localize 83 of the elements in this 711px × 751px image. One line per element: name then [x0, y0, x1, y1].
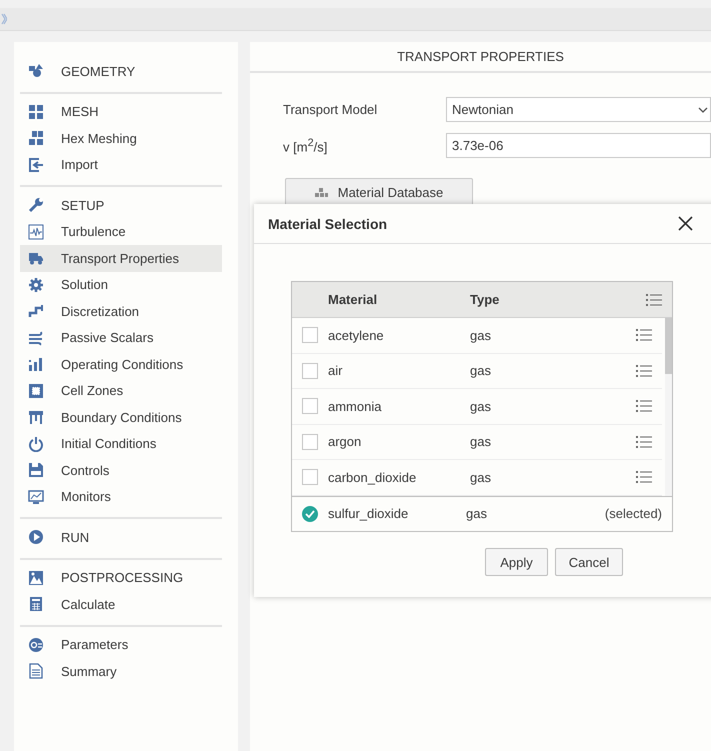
panel-title: TRANSPORT PROPERTIES — [250, 42, 711, 73]
details-icon[interactable] — [636, 400, 652, 412]
blocks-icon — [28, 130, 44, 146]
sidebar-item[interactable]: Turbulence — [20, 218, 222, 245]
sidebar-item[interactable]: Summary — [20, 658, 222, 684]
table-cell-text: gas — [470, 363, 492, 378]
table-cell-text: sulfur_dioxide — [328, 506, 410, 522]
sidebar-item[interactable]: POSTPROCESSING — [20, 564, 222, 591]
settings-icon — [28, 276, 44, 293]
check-icon — [305, 510, 315, 518]
chevron-down-icon — [698, 106, 708, 112]
column-menu-icon[interactable] — [646, 294, 662, 306]
cancel-button[interactable]: Cancel — [555, 548, 623, 576]
table-cell-text: acetylene — [328, 328, 385, 343]
sidebar-item[interactable]: RUN — [20, 524, 222, 550]
field-label: Transport Model — [283, 102, 378, 117]
sidebar-item[interactable]: Hex Meshing — [20, 125, 222, 152]
sidebar-item[interactable]: GEOMETRY — [20, 58, 222, 84]
sidebar-item[interactable]: Operating Conditions — [20, 351, 222, 378]
sidebar-item[interactable]: Calculate — [20, 591, 222, 618]
image-icon — [28, 570, 44, 586]
column-header: Material — [328, 292, 378, 307]
checkbox[interactable] — [302, 362, 318, 379]
table-cell-text: ammonia — [328, 398, 382, 414]
bar-chart-icon — [28, 356, 44, 372]
checkbox[interactable] — [302, 327, 318, 344]
grid-icon — [28, 104, 44, 120]
transport-model-dropdown[interactable]: Newtonian — [446, 97, 711, 122]
table-cell-text: gas — [470, 398, 492, 414]
close-icon[interactable] — [678, 216, 693, 231]
sidebar-item[interactable]: Initial Conditions — [20, 430, 222, 457]
shapes-icon — [28, 63, 44, 80]
sidebar-item[interactable]: Discretization — [20, 298, 222, 324]
apply-button[interactable]: Apply — [485, 548, 548, 576]
field-label: v [m$^{2}$/s] — [283, 136, 328, 154]
play-icon — [28, 529, 44, 546]
power-icon — [28, 436, 44, 452]
sidebar-item[interactable]: Import — [20, 152, 222, 178]
scrollbar[interactable] — [665, 318, 672, 496]
table-cell-text: gas — [466, 506, 488, 522]
status-label: (selected) — [604, 506, 662, 522]
truck-icon — [28, 250, 44, 266]
wrench-icon — [28, 197, 44, 214]
import-icon — [28, 156, 44, 173]
pipe-icon — [28, 303, 44, 320]
checkbox[interactable] — [302, 398, 318, 414]
details-icon[interactable] — [636, 329, 652, 342]
wind-icon — [28, 330, 44, 346]
table-cell-text: gas — [470, 434, 492, 450]
table-cell-text: gas — [470, 470, 492, 485]
table-cell-text: argon — [328, 434, 362, 450]
document-icon — [28, 663, 44, 680]
sidebar-item[interactable]: Transport Properties — [20, 245, 222, 272]
calculator-icon — [28, 596, 44, 612]
dialog-title: Material Selection — [268, 216, 388, 232]
monitor-icon — [28, 488, 44, 505]
sidebar-item[interactable]: Monitors — [20, 484, 222, 510]
sidebar-item[interactable]: Boundary Conditions — [20, 404, 222, 430]
sidebar-item[interactable]: MESH — [20, 98, 222, 125]
variable-icon — [28, 636, 44, 653]
table-cell-text: carbon_dioxide — [328, 470, 418, 485]
waveform-icon — [28, 224, 44, 240]
details-icon[interactable] — [636, 436, 652, 448]
sidebar-item[interactable]: Parameters — [20, 632, 222, 658]
stack-icon — [314, 188, 328, 196]
app-icon — [1, 13, 7, 25]
viscosity-input[interactable]: 3.73e-06 — [446, 133, 711, 158]
table-cell-text: air — [328, 363, 344, 378]
details-icon[interactable] — [636, 471, 652, 484]
sidebar-item[interactable]: Cell Zones — [20, 378, 222, 404]
checkbox[interactable] — [302, 469, 318, 486]
table-cell-text: gas — [470, 328, 492, 343]
sidebar-item[interactable]: Controls — [20, 457, 222, 484]
barrier-icon — [28, 409, 44, 426]
column-header: Type — [470, 292, 500, 307]
checkbox[interactable] — [302, 506, 318, 522]
dotted-square-icon — [28, 382, 44, 399]
checkbox[interactable] — [302, 434, 318, 450]
sidebar-item[interactable]: SETUP — [20, 192, 222, 218]
sidebar-item[interactable]: Passive Scalars — [20, 324, 222, 351]
sidebar-item[interactable]: Solution — [20, 272, 222, 298]
details-icon[interactable] — [636, 364, 652, 377]
material-database-button[interactable]: Material Database — [285, 178, 473, 206]
